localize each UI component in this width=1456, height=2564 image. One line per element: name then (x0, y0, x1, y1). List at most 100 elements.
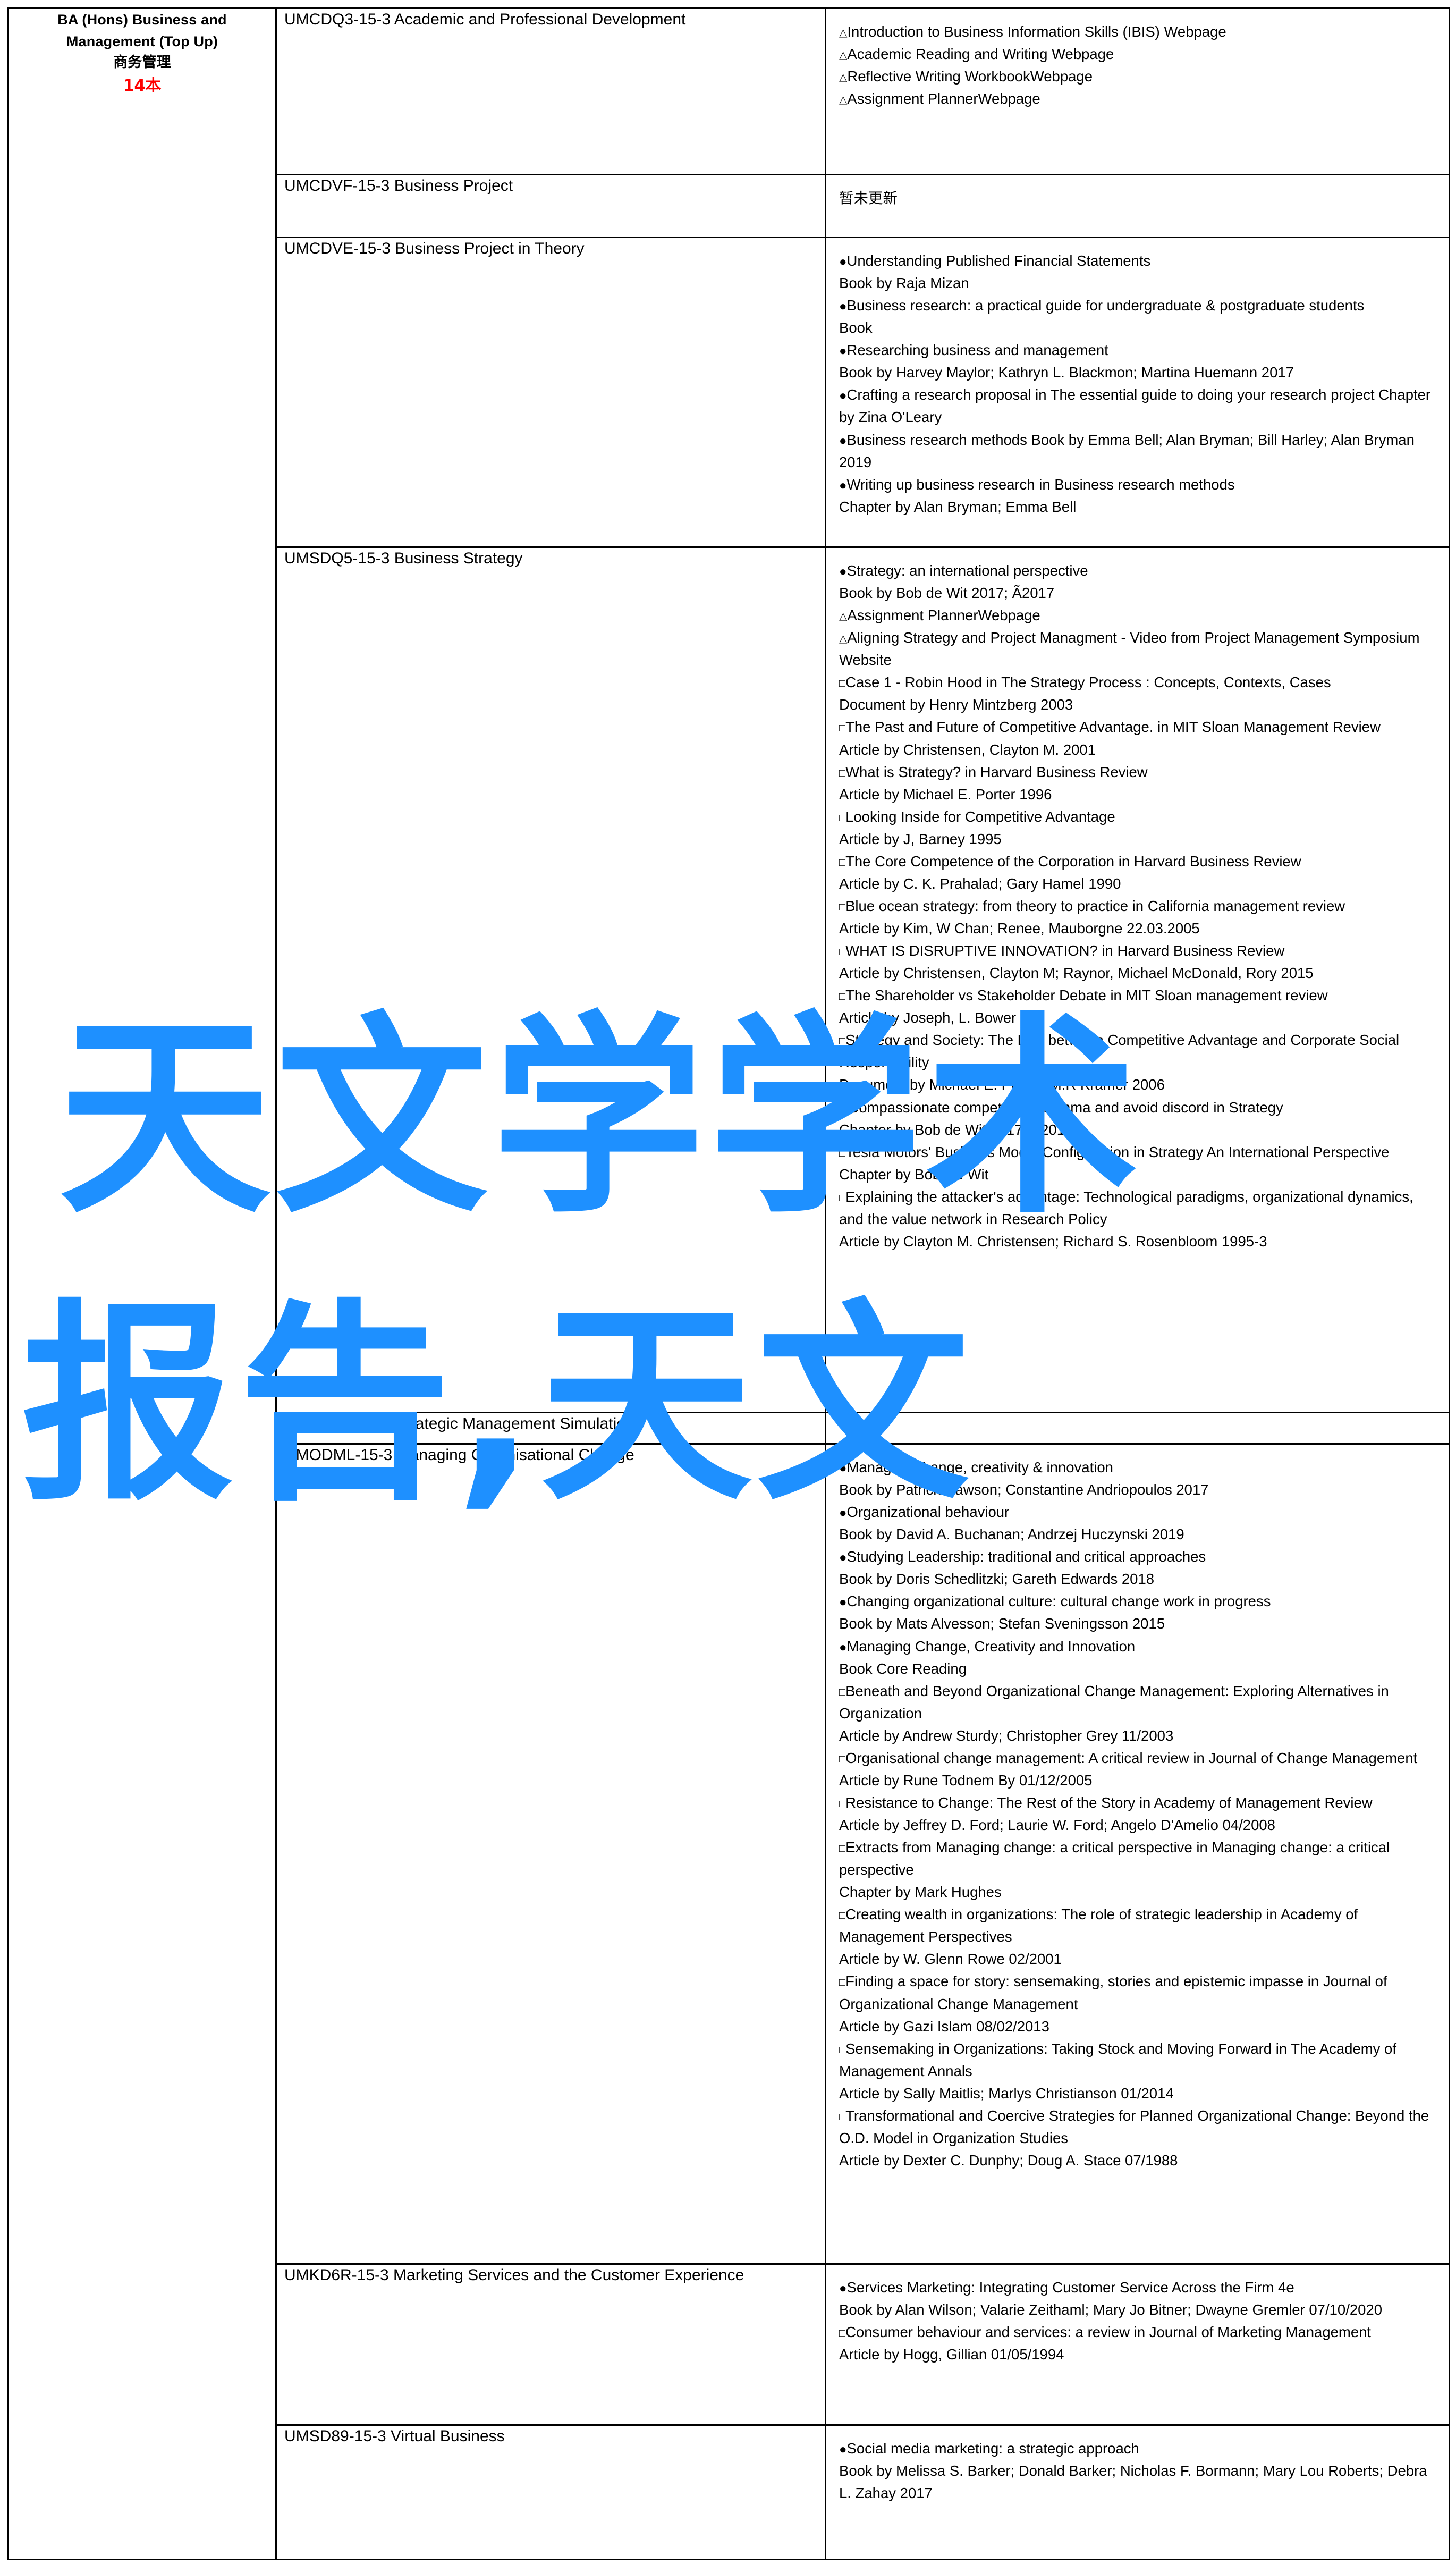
module-cell: UMSDQ5-15-3 Business Strategy (275, 546, 826, 1413)
resource-line: ●Understanding Published Financial State… (839, 252, 1151, 269)
resource-line: Article by Christensen, Clayton M; Rayno… (839, 965, 1314, 982)
square-icon: □ (839, 1686, 846, 1698)
bullet-icon: ● (839, 1506, 847, 1521)
square-icon: □ (839, 1192, 846, 1204)
resource-line: ●Business research methods Book by Emma … (839, 431, 1415, 470)
resource-line: Book Core Reading (839, 1660, 967, 1677)
resources-cell: ●Understanding Published Financial State… (825, 237, 1450, 548)
resource-line: Article by Clayton M. Christensen; Richa… (839, 1233, 1267, 1250)
bullet-icon: ● (839, 1550, 847, 1565)
resource-line: Article by W. Glenn Rowe 02/2001 (839, 1951, 1062, 1968)
resources-cell: 暂未更新 (825, 174, 1450, 238)
module-title: UMCDVE-15-3 Business Project in Theory (284, 240, 585, 257)
resource-line: Chapter by Bob de Wit 2017; Ã2017 (839, 1121, 1073, 1138)
resource-line: Document by Michael E. Porter; M.R Krame… (839, 1076, 1165, 1093)
resource-line: △Introduction to Business Information Sk… (839, 23, 1226, 40)
resource-line: ●Managing change, creativity & innovatio… (839, 1459, 1113, 1475)
resource-line: Article by Rune Todnem By 01/12/2005 (839, 1772, 1093, 1789)
square-icon: □ (839, 722, 846, 735)
resource-line: Book by Melissa S. Barker; Donald Barker… (839, 2462, 1427, 2502)
bullet-icon: ● (839, 1640, 847, 1655)
resource-line: □The Core Competence of the Corporation … (839, 853, 1301, 870)
program-name-en-line1: BA (Hons) Business and (57, 12, 227, 28)
resources-cell: ●Managing change, creativity & innovatio… (825, 1443, 1450, 2265)
resource-line: Article by Kim, W Chan; Renee, Mauborgne… (839, 920, 1200, 937)
bullet-icon: ● (839, 564, 847, 579)
resource-line: □Explaining the attacker's advantage: Te… (839, 1188, 1413, 1227)
bullet-icon: ● (839, 1461, 847, 1475)
resource-line: ●Services Marketing: Integrating Custome… (839, 2279, 1294, 2296)
resource-line: Article by Sally Maitlis; Marlys Christi… (839, 2085, 1174, 2102)
resource-line: Book by Harvey Maylor; Kathryn L. Blackm… (839, 364, 1294, 381)
module-title: UMSDM9-15-3 Strategic Management Simulat… (284, 1415, 634, 1432)
resources-cell (825, 1412, 1450, 1445)
square-icon: □ (839, 812, 846, 824)
resource-line: ●Writing up business research in Busines… (839, 476, 1235, 493)
resource-line: △Reflective Writing WorkbookWebpage (839, 68, 1093, 85)
resource-line: Document by Henry Mintzberg 2003 (839, 696, 1073, 713)
resource-line: 暂未更新 (839, 190, 898, 207)
resource-line: △Aligning Strategy and Project Managment… (839, 629, 1420, 646)
resources-cell: △Introduction to Business Information Sk… (825, 7, 1450, 175)
resource-line: ●Changing organizational culture: cultur… (839, 1593, 1271, 1610)
bullet-icon: ● (839, 2281, 847, 2296)
resource-line: □Strategy and Society: The Link between … (839, 1032, 1400, 1071)
module-cell: UMCDVF-15-3 Business Project (275, 174, 826, 238)
resource-line: Article by Jeffrey D. Ford; Laurie W. Fo… (839, 1817, 1275, 1833)
resources-cell: ●Services Marketing: Integrating Custome… (825, 2263, 1450, 2426)
resource-line: ●Studying Leadership: traditional and cr… (839, 1548, 1206, 1565)
bullet-icon: ● (839, 1595, 847, 1610)
program-name-en-line2: Management (Top Up) (66, 33, 218, 49)
module-cell: UMSD89-15-3 Virtual Business (275, 2424, 826, 2560)
resource-line: □What is Strategy? in Harvard Business R… (839, 763, 1148, 780)
program-book-count: 14本 (123, 76, 162, 95)
resource-line: □Consumer behaviour and services: a revi… (839, 2324, 1372, 2341)
square-icon: □ (839, 1843, 846, 1855)
square-icon: □ (839, 1977, 846, 1989)
resource-line: Article by Joseph, L. Bower (839, 1009, 1017, 1026)
square-icon: □ (839, 1035, 846, 1048)
bullet-icon: ● (839, 2442, 847, 2457)
resource-line: ●Business research: a practical guide fo… (839, 297, 1365, 314)
module-cell: UMCDVE-15-3 Business Project in Theory (275, 237, 826, 548)
module-cell: UMKD6R-15-3 Marketing Services and the C… (275, 2263, 826, 2426)
bullet-icon: ● (839, 299, 847, 314)
bullet-icon: ● (839, 344, 847, 359)
square-icon: □ (839, 2111, 846, 2123)
resource-list: ●Managing change, creativity & innovatio… (835, 1456, 1441, 2172)
square-icon: □ (839, 678, 846, 690)
resource-line: □'Compassionate competition' dilemma and… (839, 1099, 1283, 1116)
resource-line: Book by David A. Buchanan; Andrzej Huczy… (839, 1526, 1184, 1543)
bullet-icon: ● (839, 478, 847, 493)
square-icon: □ (839, 856, 846, 868)
square-icon: □ (839, 1102, 846, 1115)
square-icon: □ (839, 1753, 846, 1765)
resource-line: △Assignment PlannerWebpage (839, 607, 1040, 624)
resource-line: Article by Gazi Islam 08/02/2013 (839, 2018, 1049, 2035)
resource-line: Book by Raja Mizan (839, 275, 969, 292)
resource-line: Website (839, 652, 892, 669)
resource-line: □The Past and Future of Competitive Adva… (839, 719, 1381, 736)
resource-line: □Case 1 - Robin Hood in The Strategy Pro… (839, 674, 1331, 691)
resource-list: 暂未更新 (835, 187, 1441, 209)
resource-line: Chapter by Alan Bryman; Emma Bell (839, 498, 1077, 515)
resource-line: □Transformational and Coercive Strategie… (839, 2107, 1429, 2146)
resource-list: ●Social media marketing: a strategic app… (835, 2438, 1441, 2504)
resource-line: Article by J, Barney 1995 (839, 830, 1002, 847)
resource-line: Article by C. K. Prahalad; Gary Hamel 19… (839, 875, 1121, 892)
module-title: UMCDQ3-15-3 Academic and Professional De… (284, 11, 686, 28)
module-title: UMCDVF-15-3 Business Project (284, 177, 513, 195)
bullet-icon: ● (839, 389, 847, 403)
resource-line: ●Researching business and management (839, 342, 1108, 359)
bullet-icon: ● (839, 255, 847, 269)
resource-line: Article by Hogg, Gillian 01/05/1994 (839, 2346, 1064, 2363)
program-cell: BA (Hons) Business and Management (Top U… (7, 7, 277, 2560)
module-title: UMKD6R-15-3 Marketing Services and the C… (284, 2266, 744, 2284)
reading-list-table: BA (Hons) Business and Management (Top U… (7, 7, 1450, 2560)
square-icon: □ (839, 1147, 846, 1159)
resource-line: Chapter by Mark Hughes (839, 1884, 1002, 1901)
resources-cell: ●Social media marketing: a strategic app… (825, 2424, 1450, 2560)
square-icon: □ (839, 2327, 846, 2340)
resource-line: □Beneath and Beyond Organizational Chang… (839, 1682, 1389, 1722)
resource-line: ●Strategy: an international perspective (839, 562, 1088, 579)
